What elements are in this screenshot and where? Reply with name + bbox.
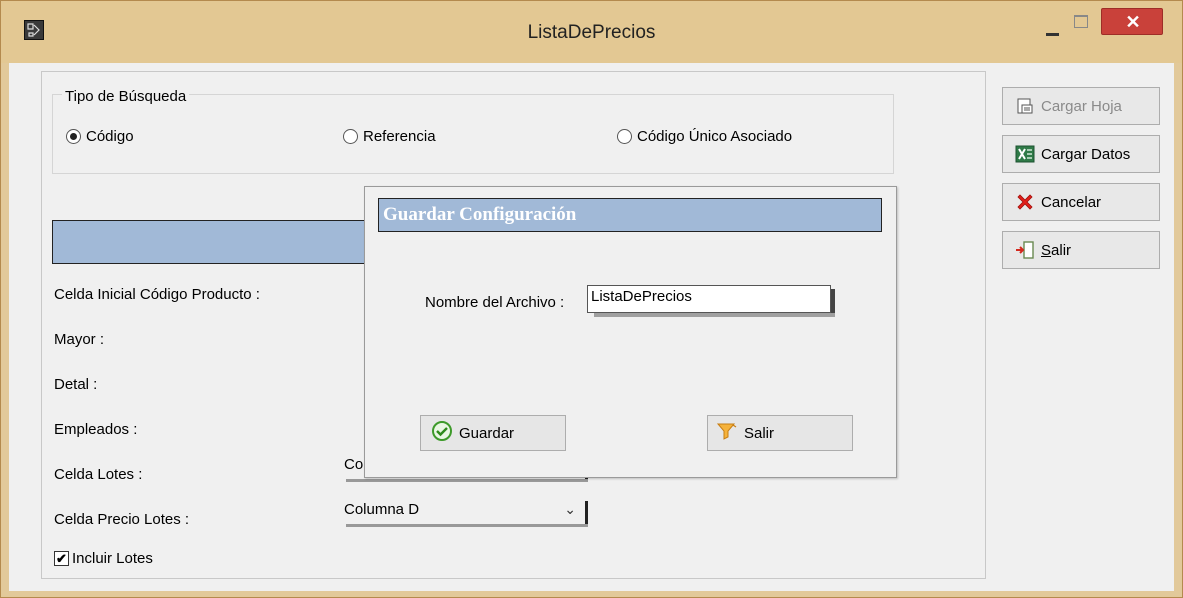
- radio-referencia[interactable]: Referencia: [343, 128, 436, 145]
- file-name-label: Nombre del Archivo :: [425, 294, 565, 311]
- check-circle-icon: [431, 420, 453, 446]
- radio-codigo-unico[interactable]: Código Único Asociado: [617, 128, 792, 145]
- file-name-input[interactable]: ListaDePrecios: [587, 285, 831, 313]
- dialog-title-bar: Guardar Configuración: [378, 198, 882, 232]
- dialog-exit-label: Salir: [744, 424, 775, 442]
- combo-celda-precio-lotes[interactable]: Columna D ⌄: [338, 497, 588, 527]
- label-celda-precio-lotes: Celda Precio Lotes :: [54, 511, 190, 528]
- label-detal: Detal :: [54, 376, 98, 393]
- chevron-down-icon: ⌄: [564, 501, 576, 517]
- radio-codigo[interactable]: Código: [66, 128, 134, 145]
- load-sheet-button[interactable]: Cargar Hoja: [1002, 87, 1160, 125]
- close-icon: ✕: [1125, 12, 1141, 32]
- exit-door-icon: [1015, 240, 1035, 260]
- radio-referencia-label: Referencia: [363, 128, 436, 145]
- label-codigo-producto: Celda Inicial Código Producto :: [54, 286, 260, 303]
- radio-dot-icon: [66, 129, 81, 144]
- app-window: ListaDePrecios ✕ Tipo de Búsqueda Código…: [0, 0, 1183, 598]
- cancel-label: Cancelar: [1041, 193, 1102, 211]
- radio-codigo-label: Código: [86, 128, 134, 145]
- checkbox-check-icon: ✔: [54, 551, 69, 566]
- dialog-title: Guardar Configuración: [383, 204, 577, 225]
- cancel-button[interactable]: Cancelar: [1002, 183, 1160, 221]
- include-lots-checkbox[interactable]: ✔ Incluir Lotes: [54, 550, 153, 567]
- combo-celda-precio-lotes-value: Columna D: [344, 501, 420, 518]
- exit-label: Salir: [1041, 241, 1072, 259]
- radio-dot-icon: [343, 129, 358, 144]
- window-title: ListaDePrecios: [527, 22, 656, 43]
- exit-button[interactable]: Salir: [1002, 231, 1160, 269]
- search-type-legend: Tipo de Búsqueda: [62, 88, 190, 105]
- red-x-icon: [1015, 192, 1035, 212]
- label-celda-lotes: Celda Lotes :: [54, 466, 143, 483]
- maximize-button[interactable]: [1067, 9, 1095, 33]
- load-data-button[interactable]: Cargar Datos: [1002, 135, 1160, 173]
- save-button[interactable]: Guardar: [420, 415, 566, 451]
- title-bar[interactable]: ListaDePrecios ✕: [1, 1, 1182, 63]
- load-sheet-label: Cargar Hoja: [1041, 97, 1122, 115]
- sheet-icon: [1015, 96, 1035, 116]
- radio-codigo-unico-label: Código Único Asociado: [637, 128, 793, 145]
- excel-icon: [1015, 144, 1035, 164]
- label-empleados: Empleados :: [54, 421, 138, 438]
- exit-mnemonic: S: [1041, 241, 1052, 259]
- load-data-label: Cargar Datos: [1041, 145, 1131, 163]
- dialog-exit-button[interactable]: Salir: [707, 415, 853, 451]
- save-config-dialog: Guardar Configuración Nombre del Archivo…: [364, 186, 897, 478]
- minimize-button[interactable]: [1039, 13, 1067, 39]
- input-shadow: [594, 313, 835, 317]
- save-button-label: Guardar: [459, 424, 515, 442]
- include-lots-label: Incluir Lotes: [72, 550, 153, 567]
- main-panel: Tipo de Búsqueda Código Referencia Códig…: [41, 71, 986, 579]
- client-area: Tipo de Búsqueda Código Referencia Códig…: [9, 63, 1174, 591]
- label-mayor: Mayor :: [54, 331, 105, 348]
- combo-shadow: [346, 524, 588, 527]
- combo-shadow: [346, 479, 588, 482]
- filter-icon: [716, 421, 738, 445]
- radio-dot-icon: [617, 129, 632, 144]
- close-button[interactable]: ✕: [1101, 8, 1163, 35]
